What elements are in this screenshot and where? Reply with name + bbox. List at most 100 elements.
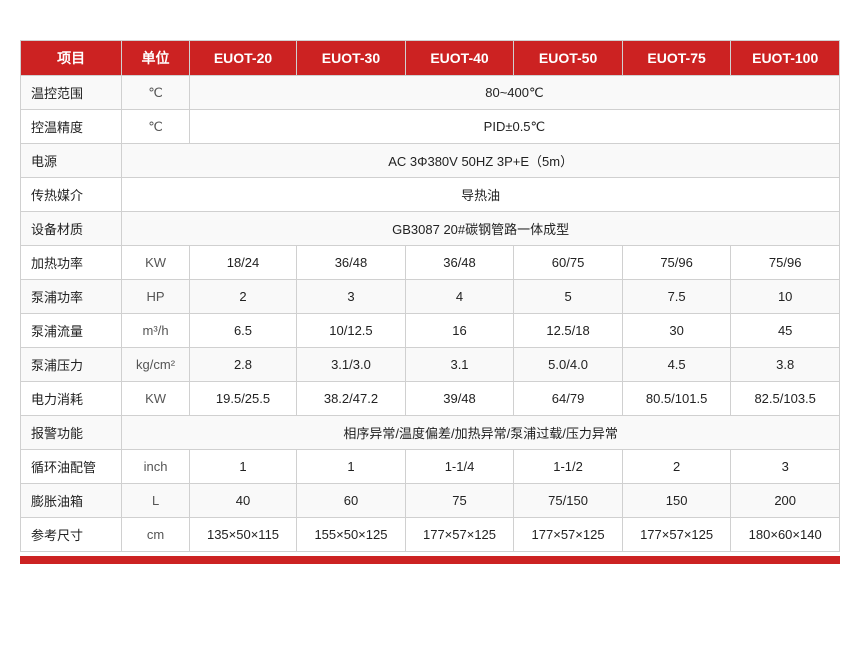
table-row: 控温精度℃PID±0.5℃ — [21, 110, 840, 144]
row-label: 设备材质 — [21, 212, 122, 246]
header-cell: EUOT-100 — [731, 41, 840, 76]
unit-cell: m³/h — [122, 314, 190, 348]
span-cell: 80~400℃ — [189, 76, 839, 110]
value-cell: 3 — [731, 450, 840, 484]
value-cell: 30 — [622, 314, 731, 348]
table-row: 设备材质GB3087 20#碳钢管路一体成型 — [21, 212, 840, 246]
value-cell: 10/12.5 — [297, 314, 406, 348]
value-cell: 16 — [405, 314, 514, 348]
value-cell: 150 — [622, 484, 731, 518]
row-label: 循环油配管 — [21, 450, 122, 484]
table-row: 循环油配管inch111-1/41-1/223 — [21, 450, 840, 484]
header-cell: 项目 — [21, 41, 122, 76]
header-cell: EUOT-40 — [405, 41, 514, 76]
value-cell: 1 — [189, 450, 296, 484]
value-cell: 60/75 — [514, 246, 623, 280]
bottom-bar — [20, 556, 840, 564]
row-label: 加热功率 — [21, 246, 122, 280]
value-cell: 1 — [297, 450, 406, 484]
row-label: 温控范围 — [21, 76, 122, 110]
header-cell: EUOT-75 — [622, 41, 731, 76]
value-cell: 18/24 — [189, 246, 296, 280]
value-cell: 177×57×125 — [405, 518, 514, 552]
value-cell: 4.5 — [622, 348, 731, 382]
value-cell: 10 — [731, 280, 840, 314]
value-cell: 1-1/4 — [405, 450, 514, 484]
table-body: 温控范围℃80~400℃控温精度℃PID±0.5℃电源AC 3Φ380V 50H… — [21, 76, 840, 552]
row-label: 参考尺寸 — [21, 518, 122, 552]
unit-cell: cm — [122, 518, 190, 552]
table-row: 传热媒介导热油 — [21, 178, 840, 212]
header-row: 项目单位EUOT-20EUOT-30EUOT-40EUOT-50EUOT-75E… — [21, 41, 840, 76]
value-cell: 80.5/101.5 — [622, 382, 731, 416]
row-label: 控温精度 — [21, 110, 122, 144]
value-cell: 75 — [405, 484, 514, 518]
value-cell: 1-1/2 — [514, 450, 623, 484]
value-cell: 2 — [622, 450, 731, 484]
unit-cell: ℃ — [122, 110, 190, 144]
value-cell: 4 — [405, 280, 514, 314]
row-label: 电源 — [21, 144, 122, 178]
value-cell: 12.5/18 — [514, 314, 623, 348]
value-cell: 36/48 — [405, 246, 514, 280]
span-cell: AC 3Φ380V 50HZ 3P+E（5m） — [122, 144, 840, 178]
unit-cell: HP — [122, 280, 190, 314]
row-label: 泵浦功率 — [21, 280, 122, 314]
header-cell: EUOT-20 — [189, 41, 296, 76]
row-label: 泵浦流量 — [21, 314, 122, 348]
table-row: 参考尺寸cm135×50×115155×50×125177×57×125177×… — [21, 518, 840, 552]
unit-cell: L — [122, 484, 190, 518]
value-cell: 2.8 — [189, 348, 296, 382]
row-label: 传热媒介 — [21, 178, 122, 212]
value-cell: 6.5 — [189, 314, 296, 348]
row-label: 电力消耗 — [21, 382, 122, 416]
value-cell: 45 — [731, 314, 840, 348]
table-row: 膨胀油箱L40607575/150150200 — [21, 484, 840, 518]
value-cell: 75/96 — [731, 246, 840, 280]
value-cell: 64/79 — [514, 382, 623, 416]
value-cell: 19.5/25.5 — [189, 382, 296, 416]
parameter-table: 项目单位EUOT-20EUOT-30EUOT-40EUOT-50EUOT-75E… — [20, 40, 840, 552]
value-cell: 60 — [297, 484, 406, 518]
row-label: 膨胀油箱 — [21, 484, 122, 518]
span-cell: PID±0.5℃ — [189, 110, 839, 144]
value-cell: 40 — [189, 484, 296, 518]
value-cell: 7.5 — [622, 280, 731, 314]
table-row: 泵浦功率HP23457.510 — [21, 280, 840, 314]
value-cell: 3 — [297, 280, 406, 314]
row-label: 报警功能 — [21, 416, 122, 450]
row-label: 泵浦压力 — [21, 348, 122, 382]
value-cell: 2 — [189, 280, 296, 314]
table-row: 泵浦流量m³/h6.510/12.51612.5/183045 — [21, 314, 840, 348]
value-cell: 200 — [731, 484, 840, 518]
unit-cell: inch — [122, 450, 190, 484]
unit-cell: KW — [122, 382, 190, 416]
value-cell: 135×50×115 — [189, 518, 296, 552]
value-cell: 5.0/4.0 — [514, 348, 623, 382]
value-cell: 82.5/103.5 — [731, 382, 840, 416]
header-cell: EUOT-50 — [514, 41, 623, 76]
value-cell: 3.8 — [731, 348, 840, 382]
value-cell: 3.1 — [405, 348, 514, 382]
value-cell: 36/48 — [297, 246, 406, 280]
value-cell: 177×57×125 — [514, 518, 623, 552]
header-cell: 单位 — [122, 41, 190, 76]
table-row: 电源AC 3Φ380V 50HZ 3P+E（5m） — [21, 144, 840, 178]
unit-cell: ℃ — [122, 76, 190, 110]
table-row: 电力消耗KW19.5/25.538.2/47.239/4864/7980.5/1… — [21, 382, 840, 416]
value-cell: 5 — [514, 280, 623, 314]
value-cell: 3.1/3.0 — [297, 348, 406, 382]
table-row: 温控范围℃80~400℃ — [21, 76, 840, 110]
span-cell: 导热油 — [122, 178, 840, 212]
header-cell: EUOT-30 — [297, 41, 406, 76]
span-cell: GB3087 20#碳钢管路一体成型 — [122, 212, 840, 246]
span-cell: 相序异常/温度偏差/加热异常/泵浦过载/压力异常 — [122, 416, 840, 450]
table-header: 项目单位EUOT-20EUOT-30EUOT-40EUOT-50EUOT-75E… — [21, 41, 840, 76]
value-cell: 38.2/47.2 — [297, 382, 406, 416]
value-cell: 75/150 — [514, 484, 623, 518]
value-cell: 39/48 — [405, 382, 514, 416]
value-cell: 155×50×125 — [297, 518, 406, 552]
table-row: 报警功能相序异常/温度偏差/加热异常/泵浦过载/压力异常 — [21, 416, 840, 450]
value-cell: 180×60×140 — [731, 518, 840, 552]
unit-cell: kg/cm² — [122, 348, 190, 382]
